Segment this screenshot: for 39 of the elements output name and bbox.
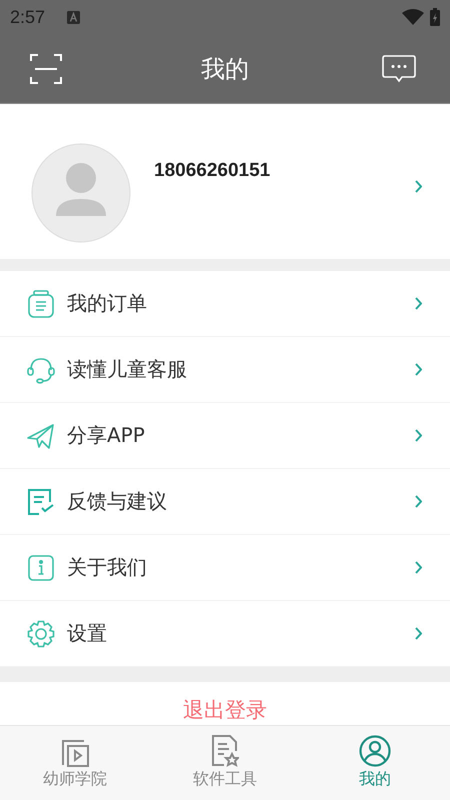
wifi-icon xyxy=(402,9,424,25)
menu-item[interactable]: 设置 xyxy=(0,601,450,667)
headset-icon xyxy=(27,356,55,384)
paper-plane-icon xyxy=(27,422,55,450)
menu-label: 我的订单 xyxy=(67,290,148,317)
video-stack-icon xyxy=(61,739,89,767)
chevron-icon xyxy=(415,561,422,574)
menu-label: 关于我们 xyxy=(67,554,148,581)
scan-icon[interactable] xyxy=(30,54,62,84)
user-icon xyxy=(359,735,391,767)
menu-label: 读懂儿童客服 xyxy=(67,356,188,383)
chevron-icon xyxy=(415,363,422,376)
menu-item[interactable]: 读懂儿童客服 xyxy=(0,337,450,403)
menu-label: 设置 xyxy=(67,620,108,647)
menu-label: 反馈与建议 xyxy=(67,488,168,515)
tab-item[interactable]: 我的 xyxy=(300,726,450,800)
phone-number: 18066260151 xyxy=(154,160,272,182)
menu-item[interactable]: 分享APP xyxy=(0,403,450,469)
settings-icon xyxy=(27,620,55,648)
jar-icon xyxy=(27,290,55,318)
note-check-icon xyxy=(27,488,55,516)
menu-label: 分享APP xyxy=(67,422,146,449)
status-time: 2:57 xyxy=(10,6,46,28)
chevron-icon xyxy=(415,297,422,310)
menu-item[interactable]: 反馈与建议 xyxy=(0,469,450,535)
page-title: 我的 xyxy=(201,54,249,84)
chevron-icon xyxy=(415,627,422,640)
menu-item[interactable]: 我的订单 xyxy=(0,271,450,337)
menu-item[interactable]: 关于我们 xyxy=(0,535,450,601)
chevron-icon xyxy=(415,495,422,508)
chevron-icon xyxy=(415,429,422,442)
battery-icon xyxy=(430,8,440,26)
avatar-icon xyxy=(30,142,132,244)
document-star-icon xyxy=(211,735,239,767)
message-icon[interactable] xyxy=(382,54,416,82)
notification-icon xyxy=(67,10,80,24)
profile-card[interactable]: 18066260151 xyxy=(0,104,450,259)
chevron-icon xyxy=(415,180,422,193)
info-icon xyxy=(27,554,55,582)
